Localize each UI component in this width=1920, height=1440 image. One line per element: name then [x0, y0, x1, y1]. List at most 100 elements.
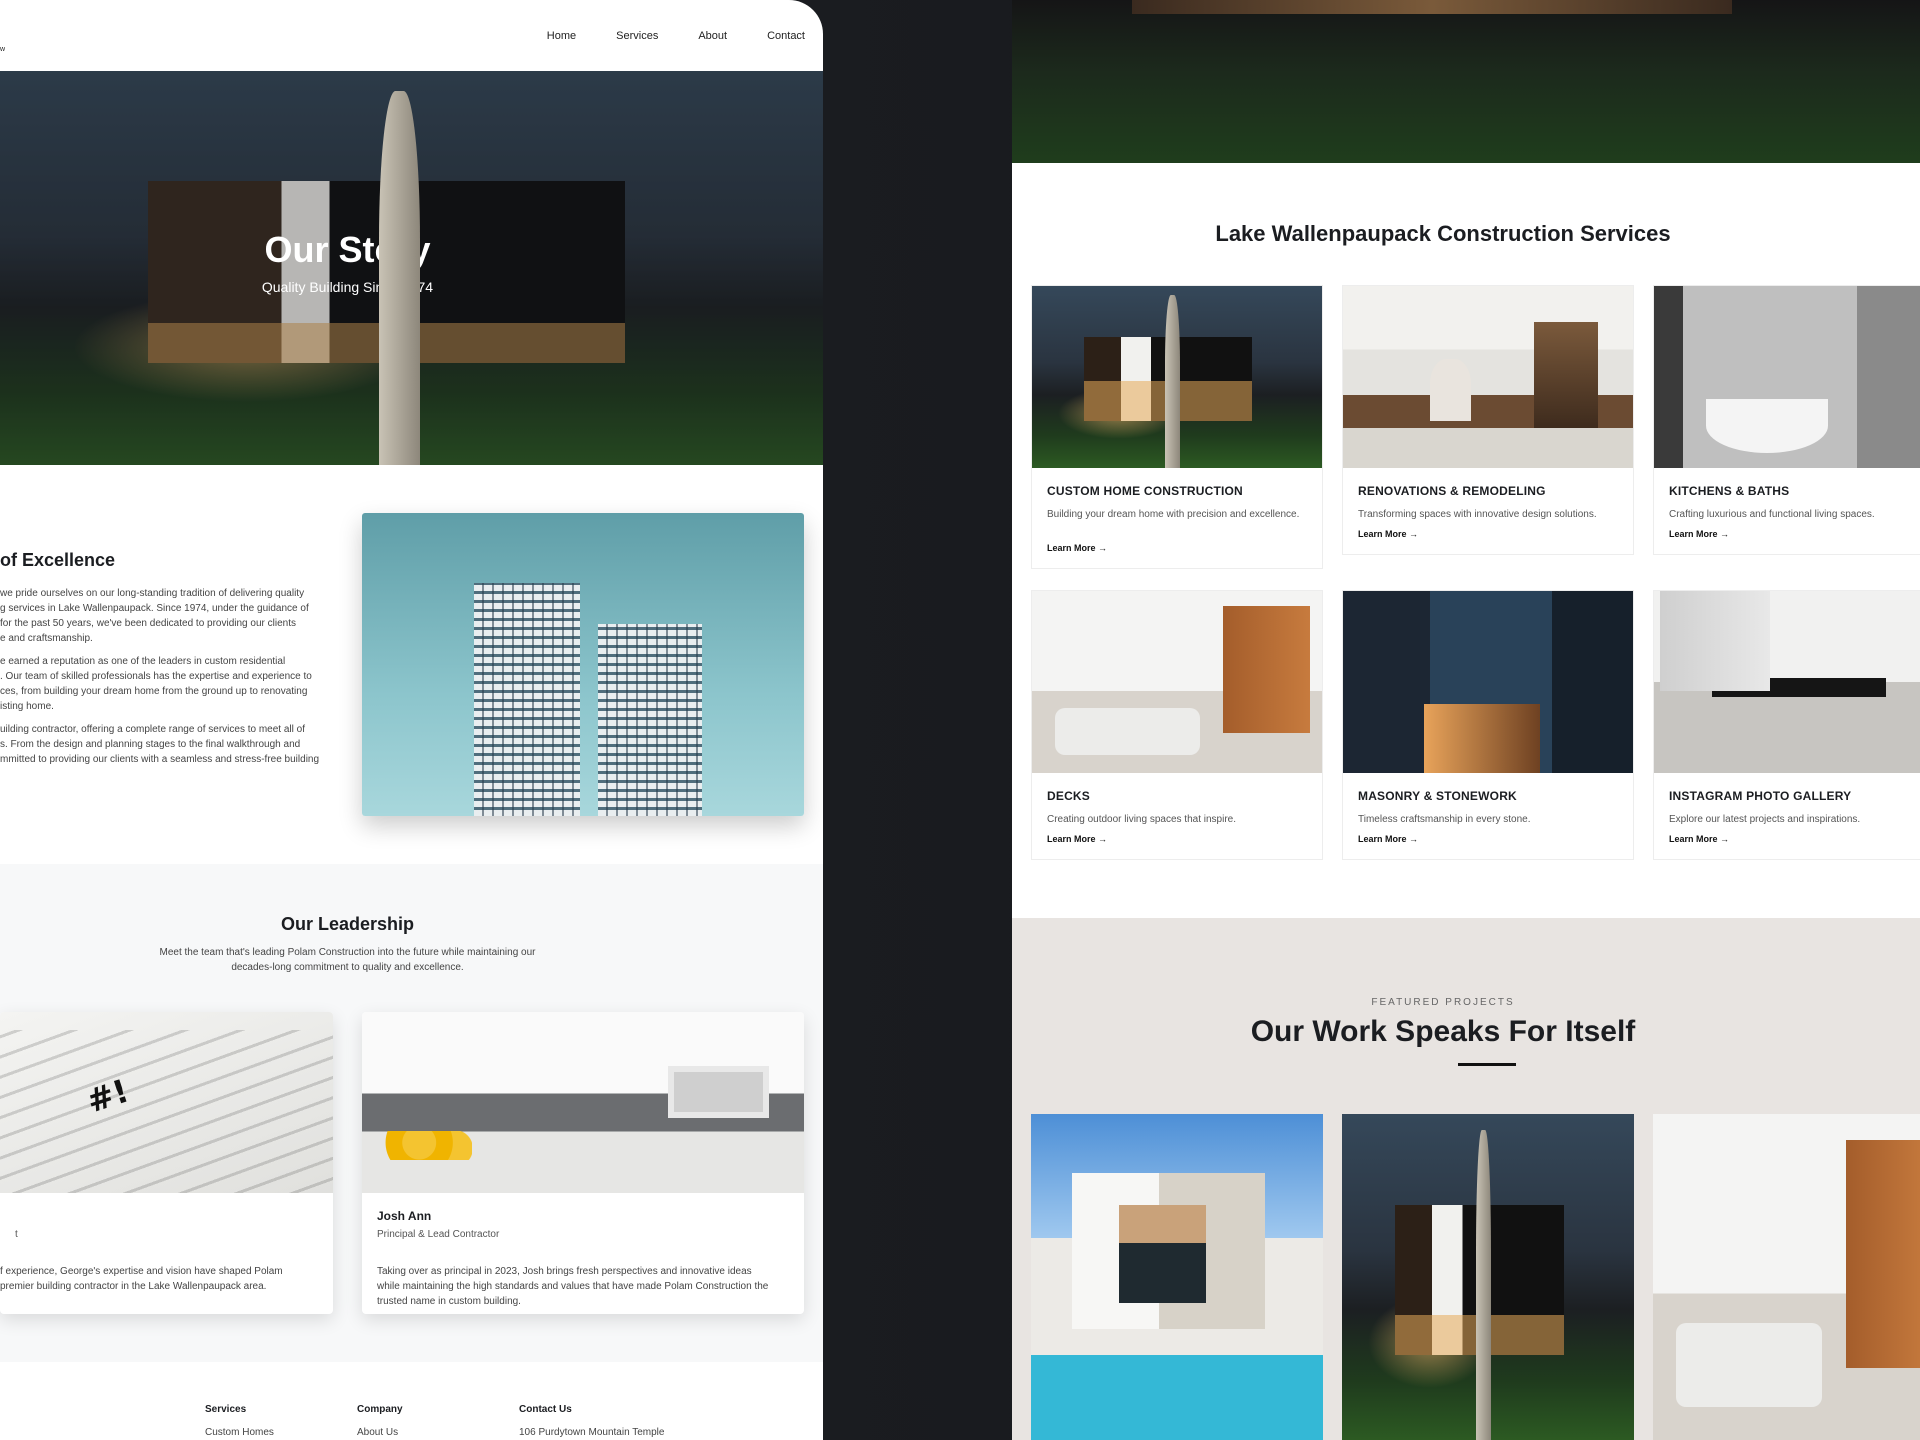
service-card-instagram[interactable]: INSTAGRAM PHOTO GALLERY Explore our late… — [1653, 590, 1920, 860]
about-page: w Home Services About Contact Our Story … — [0, 0, 823, 1440]
arrow-right-icon: → — [1409, 834, 1419, 844]
text-line: decades-long commitment to quality and e… — [231, 962, 464, 973]
towers-photo — [362, 513, 804, 816]
learn-more-link[interactable]: Learn More → — [1669, 529, 1729, 539]
footer-link[interactable]: About Us — [357, 1427, 403, 1438]
service-card-kitchens-baths[interactable]: KITCHENS & BATHS Crafting luxurious and … — [1653, 285, 1920, 555]
nav-home[interactable]: Home — [547, 30, 576, 42]
service-card-masonry[interactable]: MASONRY & STONEWORK Timeless craftsmansh… — [1342, 590, 1634, 860]
learn-more-label: Learn More — [1669, 834, 1718, 844]
service-title: KITCHENS & BATHS — [1669, 484, 1790, 498]
hero-image: Our Story Quality Building Since 1974 — [0, 71, 823, 465]
text-line: Taking over as principal in 2023, Josh b… — [377, 1266, 752, 1277]
service-title: CUSTOM HOME CONSTRUCTION — [1047, 484, 1243, 498]
featured-title: Our Work Speaks For Itself — [1250, 1015, 1636, 1048]
learn-more-label: Learn More — [1047, 834, 1096, 844]
service-title: INSTAGRAM PHOTO GALLERY — [1669, 789, 1852, 803]
footer-services: Services Custom Homes — [205, 1404, 274, 1438]
text-line: premier building contractor in the Lake … — [0, 1281, 267, 1292]
service-card-decks[interactable]: DECKS Creating outdoor living spaces tha… — [1031, 590, 1323, 860]
service-title: DECKS — [1047, 789, 1091, 803]
text-line: . Our team of skilled professionals has … — [0, 671, 312, 682]
learn-more-link[interactable]: Learn More → — [1358, 529, 1418, 539]
text-line: s. From the design and planning stages t… — [0, 739, 301, 750]
project-photo-pool-house[interactable] — [1031, 1114, 1323, 1440]
text-line: e earned a reputation as one of the lead… — [0, 656, 286, 667]
text-line: g services in Lake Wallenpaupack. Since … — [0, 603, 309, 614]
leader-photo — [362, 1012, 804, 1193]
project-photo-living-room[interactable] — [1653, 1114, 1920, 1440]
text-line: ces, from building your dream home from … — [0, 686, 308, 697]
leadership-title: Our Leadership — [280, 914, 415, 934]
leadership-subtitle: Meet the team that's leading Polam Const… — [145, 945, 550, 975]
leader-card-josh[interactable]: Josh Ann Principal & Lead Contractor Tak… — [362, 1012, 804, 1314]
footer-heading: Services — [205, 1404, 247, 1415]
excellence-paragraph-1: we pride ourselves on our long-standing … — [0, 586, 330, 646]
text-line: we pride ourselves on our long-standing … — [0, 588, 305, 599]
text-line: while maintaining the high standards and… — [377, 1281, 769, 1292]
leader-role: t — [15, 1229, 18, 1240]
service-title: MASONRY & STONEWORK — [1358, 789, 1517, 803]
text-line: uilding contractor, offering a complete … — [0, 724, 305, 735]
text-line: mmitted to providing our clients with a … — [0, 754, 320, 765]
arrow-right-icon: → — [1409, 529, 1419, 539]
leader-card-george[interactable]: t f experience, George's expertise and v… — [0, 1012, 333, 1314]
hero-text: Our Story Quality Building Since 1974 — [0, 229, 695, 295]
nav-contact[interactable]: Contact — [767, 30, 805, 42]
footer-link[interactable]: Custom Homes — [205, 1427, 274, 1438]
service-title: RENOVATIONS & REMODELING — [1358, 484, 1546, 498]
learn-more-link[interactable]: Learn More → — [1669, 834, 1729, 844]
arrow-right-icon: → — [1720, 834, 1730, 844]
excellence-paragraph-2: e earned a reputation as one of the lead… — [0, 654, 330, 714]
leader-bio: f experience, George's expertise and vis… — [0, 1264, 333, 1294]
project-photo-modern-house[interactable] — [1342, 1114, 1634, 1440]
service-card-renovations[interactable]: RENOVATIONS & REMODELING Transforming sp… — [1342, 285, 1634, 555]
footer-company: Company About Us — [357, 1404, 403, 1438]
service-desc: Building your dream home with precision … — [1047, 509, 1300, 520]
leader-photo — [0, 1012, 333, 1193]
hero-title: Our Story — [264, 229, 431, 270]
service-desc: Transforming spaces with innovative desi… — [1358, 509, 1597, 520]
learn-more-label: Learn More — [1669, 529, 1718, 539]
tower-right — [598, 624, 702, 816]
excellence-heading: of Excellence — [0, 550, 116, 570]
service-desc: Timeless craftsmanship in every stone. — [1358, 814, 1531, 825]
text-line: trusted name in custom building. — [377, 1296, 521, 1307]
text-line: isting home. — [0, 701, 54, 712]
learn-more-label: Learn More — [1358, 529, 1407, 539]
service-desc: Creating outdoor living spaces that insp… — [1047, 814, 1236, 825]
learn-more-link[interactable]: Learn More → — [1047, 834, 1107, 844]
footer-heading: Contact Us — [519, 1404, 572, 1415]
logo[interactable]: w — [0, 46, 5, 53]
footer-contact: Contact Us 106 Purdytown Mountain Temple — [519, 1404, 664, 1438]
services-page: Lake Wallenpaupack Construction Services… — [1012, 0, 1920, 1440]
text-line: f experience, George's expertise and vis… — [0, 1266, 283, 1277]
nav-about[interactable]: About — [698, 30, 727, 42]
learn-more-label: Learn More — [1047, 543, 1096, 553]
learn-more-link[interactable]: Learn More → — [1358, 834, 1418, 844]
learn-more-link[interactable]: Learn More → — [1047, 543, 1107, 553]
leader-bio: Taking over as principal in 2023, Josh b… — [377, 1264, 792, 1309]
arrow-right-icon: → — [1098, 543, 1108, 553]
site-footer: Services Custom Homes Company About Us C… — [0, 1362, 823, 1440]
leader-role: Principal & Lead Contractor — [377, 1229, 500, 1240]
footer-address: 106 Purdytown Mountain Temple — [519, 1427, 665, 1438]
service-photo — [1032, 286, 1322, 468]
services-title: Lake Wallenpaupack Construction Services — [1215, 221, 1671, 246]
text-line: Meet the team that's leading Polam Const… — [159, 947, 536, 958]
hero-image-bottom — [1012, 0, 1920, 163]
featured-projects-section: FEATURED PROJECTS Our Work Speaks For It… — [1012, 918, 1920, 1440]
service-card-custom-home[interactable]: CUSTOM HOME CONSTRUCTION Building your d… — [1031, 285, 1323, 569]
excellence-paragraph-3: uilding contractor, offering a complete … — [0, 722, 330, 767]
footer-heading: Company — [357, 1404, 403, 1415]
main-nav: Home Services About Contact — [0, 0, 823, 71]
hero-subtitle: Quality Building Since 1974 — [261, 279, 434, 295]
service-photo — [1343, 286, 1633, 468]
service-photo — [1343, 591, 1633, 773]
leader-name: Josh Ann — [377, 1209, 432, 1223]
title-underline — [1458, 1063, 1516, 1066]
nav-services[interactable]: Services — [616, 30, 658, 42]
learn-more-label: Learn More — [1358, 834, 1407, 844]
service-desc: Crafting luxurious and functional living… — [1669, 509, 1875, 520]
featured-kicker: FEATURED PROJECTS — [1371, 997, 1515, 1008]
